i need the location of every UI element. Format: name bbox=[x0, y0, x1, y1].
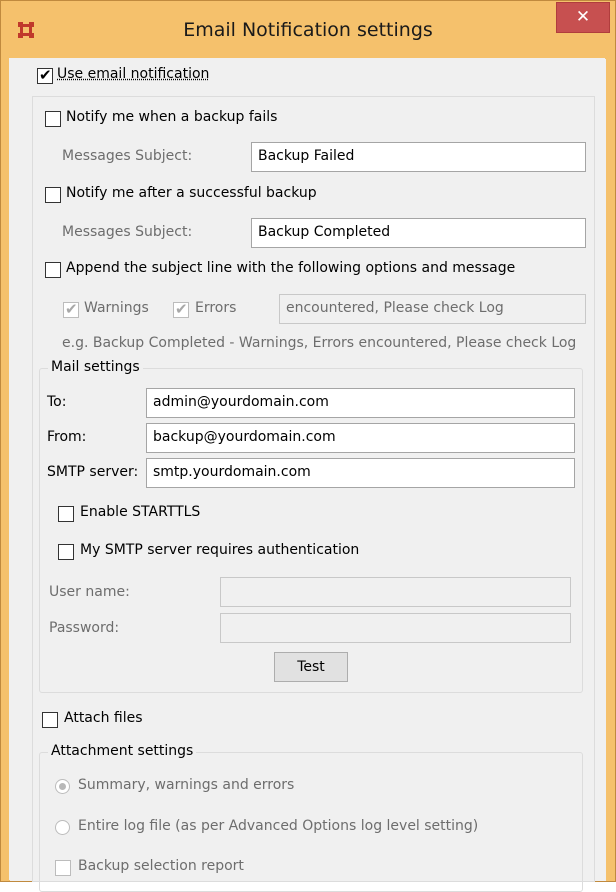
errors-label: Errors bbox=[195, 300, 237, 316]
summary-radio-label: Summary, warnings and errors bbox=[78, 777, 295, 793]
notify-success-label: Notify me after a successful backup bbox=[66, 185, 317, 201]
test-button[interactable]: Test bbox=[274, 652, 348, 682]
attach-files-checkbox[interactable] bbox=[42, 712, 58, 728]
warnings-checkbox[interactable] bbox=[63, 300, 79, 318]
smtp-auth-checkbox[interactable] bbox=[58, 544, 74, 560]
append-message-input[interactable]: encountered, Please check Log bbox=[279, 294, 586, 324]
use-email-checkbox[interactable] bbox=[37, 66, 53, 84]
append-subject-checkbox[interactable] bbox=[45, 262, 61, 278]
entire-log-radio-label: Entire log file (as per Advanced Options… bbox=[78, 818, 479, 834]
close-button[interactable] bbox=[556, 2, 610, 33]
username-label: User name: bbox=[49, 584, 130, 600]
attachment-settings-title: Attachment settings bbox=[48, 743, 197, 759]
summary-radio[interactable] bbox=[55, 779, 70, 794]
fail-subject-input[interactable]: Backup Failed bbox=[251, 142, 586, 172]
notify-success-checkbox[interactable] bbox=[45, 187, 61, 203]
password-input[interactable] bbox=[220, 613, 571, 643]
smtp-server-input[interactable]: smtp.yourdomain.com bbox=[146, 458, 575, 488]
append-example-text: e.g. Backup Completed - Warnings, Errors… bbox=[62, 335, 577, 351]
use-email-label: Use email notification bbox=[57, 66, 210, 82]
mail-settings-title: Mail settings bbox=[48, 359, 143, 375]
window-border-right bbox=[606, 59, 615, 881]
to-label: To: bbox=[47, 394, 67, 410]
append-subject-label: Append the subject line with the followi… bbox=[66, 260, 516, 276]
from-label: From: bbox=[47, 429, 87, 445]
window-title: Email Notification settings bbox=[183, 19, 433, 41]
title-bar[interactable]: Email Notification settings bbox=[1, 1, 615, 59]
smtp-server-label: SMTP server: bbox=[47, 464, 139, 480]
success-subject-input[interactable]: Backup Completed bbox=[251, 218, 586, 248]
notify-fail-checkbox[interactable] bbox=[45, 111, 61, 127]
username-input[interactable] bbox=[220, 577, 571, 607]
warnings-label: Warnings bbox=[84, 300, 149, 316]
attach-files-label: Attach files bbox=[64, 710, 143, 726]
entire-log-radio[interactable] bbox=[55, 820, 70, 835]
starttls-checkbox[interactable] bbox=[58, 506, 74, 522]
success-subject-label: Messages Subject: bbox=[62, 224, 193, 240]
selection-report-checkbox[interactable] bbox=[55, 860, 71, 876]
from-input[interactable]: backup@yourdomain.com bbox=[146, 423, 575, 453]
password-label: Password: bbox=[49, 620, 120, 636]
starttls-label: Enable STARTTLS bbox=[80, 504, 201, 520]
notify-fail-label: Notify me when a backup fails bbox=[66, 109, 278, 125]
fail-subject-label: Messages Subject: bbox=[62, 148, 193, 164]
smtp-auth-label: My SMTP server requires authentication bbox=[80, 542, 360, 558]
to-input[interactable]: admin@yourdomain.com bbox=[146, 388, 575, 418]
errors-checkbox[interactable] bbox=[173, 300, 189, 318]
selection-report-label: Backup selection report bbox=[78, 858, 244, 874]
